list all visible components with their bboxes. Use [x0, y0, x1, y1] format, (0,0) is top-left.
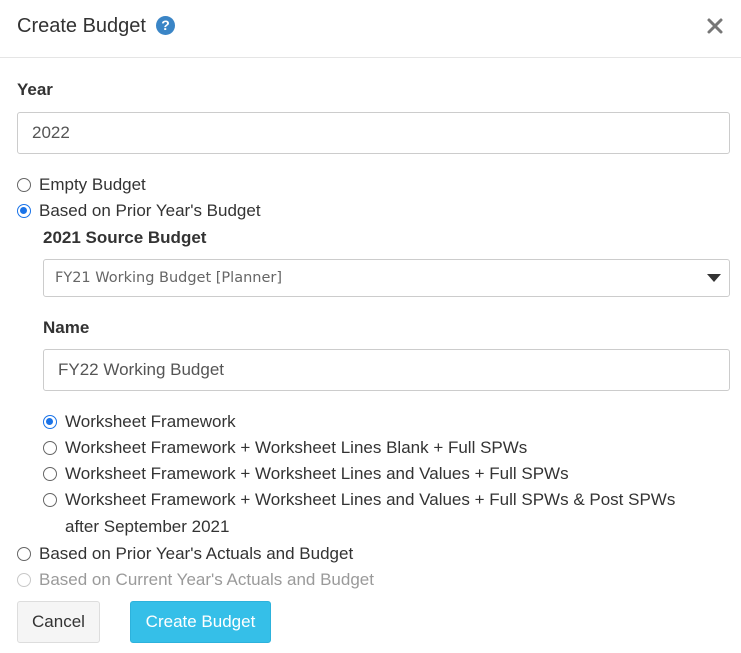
radio-label-continuation: after September 2021 — [65, 517, 230, 536]
dialog-title: Create Budget — [17, 15, 146, 37]
radio-worksheet-framework[interactable]: Worksheet Framework — [43, 412, 236, 432]
caret-down-icon — [707, 274, 721, 282]
select-value: FY21 Working Budget [Planner] — [55, 270, 283, 286]
radio-empty-budget[interactable]: Empty Budget — [17, 175, 146, 195]
name-input[interactable] — [43, 349, 730, 391]
radio-framework-post-spws[interactable]: Worksheet Framework + Worksheet Lines an… — [43, 490, 675, 510]
radio-button[interactable] — [17, 547, 31, 561]
radio-current-year-actuals: Based on Current Year's Actuals and Budg… — [17, 570, 374, 590]
radio-label: Worksheet Framework — [65, 412, 236, 431]
radio-framework-lines-blank[interactable]: Worksheet Framework + Worksheet Lines Bl… — [43, 438, 527, 458]
radio-label: Empty Budget — [39, 175, 146, 194]
radio-label: Worksheet Framework + Worksheet Lines Bl… — [65, 438, 528, 457]
source-budget-select[interactable]: FY21 Working Budget [Planner] — [43, 259, 730, 297]
year-label: Year — [17, 80, 53, 99]
radio-label: Based on Prior Year's Actuals and Budget — [39, 544, 354, 563]
close-icon[interactable] — [703, 14, 727, 38]
name-label: Name — [43, 318, 90, 337]
radio-button[interactable] — [17, 204, 31, 218]
help-icon[interactable]: ? — [156, 16, 175, 35]
create-budget-button[interactable]: Create Budget — [130, 601, 271, 643]
source-budget-label: 2021 Source Budget — [43, 228, 207, 247]
cancel-button[interactable]: Cancel — [17, 601, 100, 643]
radio-button — [17, 573, 31, 587]
radio-label: Based on Prior Year's Budget — [39, 201, 261, 220]
radio-button[interactable] — [43, 493, 57, 507]
dialog-header: Create Budget ? — [0, 0, 741, 58]
radio-prior-year-budget[interactable]: Based on Prior Year's Budget — [17, 201, 261, 221]
radio-label: Worksheet Framework + Worksheet Lines an… — [65, 464, 569, 483]
radio-label: Based on Current Year's Actuals and Budg… — [39, 570, 374, 589]
radio-button[interactable] — [43, 467, 57, 481]
radio-label: Worksheet Framework + Worksheet Lines an… — [65, 490, 676, 509]
radio-button[interactable] — [43, 415, 57, 429]
radio-button[interactable] — [43, 441, 57, 455]
year-input[interactable] — [17, 112, 730, 154]
radio-framework-lines-values[interactable]: Worksheet Framework + Worksheet Lines an… — [43, 464, 569, 484]
radio-prior-year-actuals[interactable]: Based on Prior Year's Actuals and Budget — [17, 544, 353, 564]
radio-button[interactable] — [17, 178, 31, 192]
